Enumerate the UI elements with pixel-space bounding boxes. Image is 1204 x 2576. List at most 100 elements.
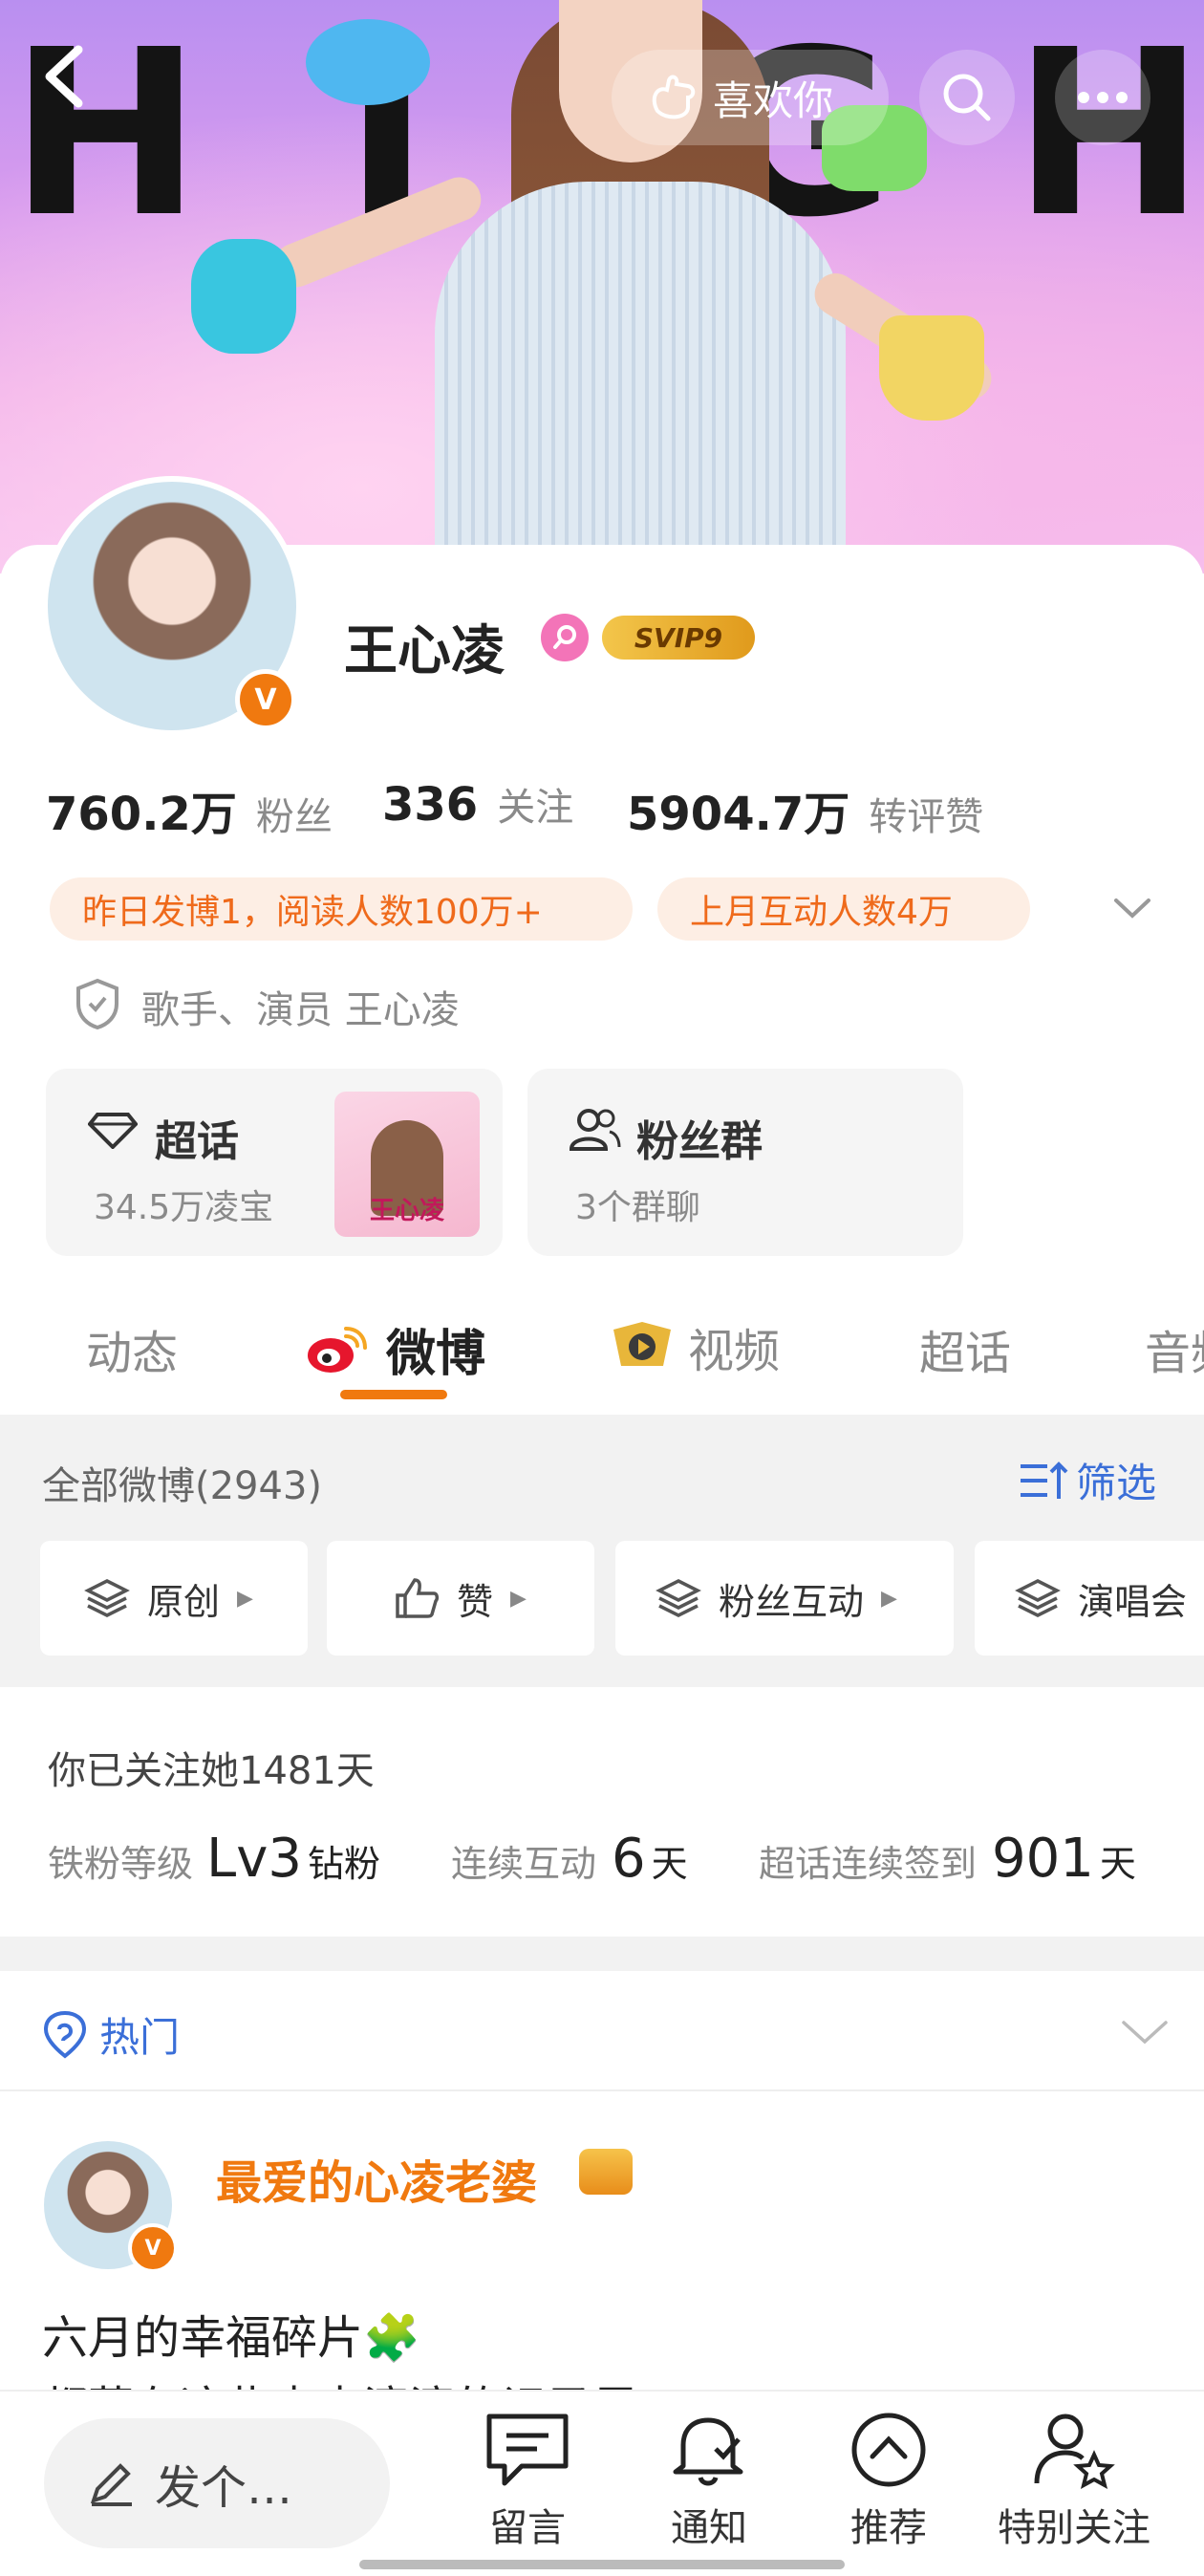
fangroup-subtitle: 3个群聊 bbox=[575, 1188, 700, 1227]
special-follow-button[interactable]: 特别关注 bbox=[978, 2411, 1170, 2552]
tab-video[interactable]: 视频 bbox=[610, 1313, 780, 1380]
checkin-value: 901 bbox=[992, 1828, 1094, 1890]
post-author-name[interactable]: 最爱的心凌老婆 bbox=[216, 2145, 537, 2212]
message-button[interactable]: 留言 bbox=[441, 2411, 613, 2552]
banner-person-dress bbox=[435, 182, 846, 574]
blue-heart-toy-decoration bbox=[191, 239, 296, 354]
fangroup-title: 粉丝群 bbox=[636, 1117, 763, 1166]
supertopic-badge-icon[interactable] bbox=[541, 614, 589, 661]
svip-badge[interactable]: SVIP9 bbox=[602, 616, 755, 660]
more-button[interactable] bbox=[1055, 50, 1150, 145]
fan-level-value: Lv3 bbox=[206, 1828, 302, 1890]
chevron-down-icon bbox=[1122, 2021, 1168, 2045]
followed-days-text: 你已关注她1481天 bbox=[48, 1749, 375, 1793]
chip-label: 粉丝互动 bbox=[719, 1580, 865, 1623]
hot-section-header[interactable]: 热门 bbox=[42, 2005, 180, 2064]
hot-label: 热门 bbox=[99, 2014, 181, 2061]
stat-following[interactable]: 336 关注 bbox=[382, 776, 573, 832]
post-text-line-1: 六月的幸福碎片🧩 bbox=[42, 2311, 420, 2365]
recommend-button[interactable]: 推荐 bbox=[803, 2411, 975, 2552]
search-icon bbox=[943, 74, 991, 121]
filter-label: 筛选 bbox=[1076, 1460, 1157, 1506]
hot-collapse-button[interactable] bbox=[1120, 2015, 1170, 2049]
stat-fans[interactable]: 760.2万 粉丝 bbox=[46, 776, 333, 843]
magnifier-badge-icon bbox=[553, 625, 576, 649]
bottom-label: 通知 bbox=[671, 2506, 747, 2550]
like-you-label: 喜欢你 bbox=[713, 76, 834, 124]
pencil-icon bbox=[90, 2463, 132, 2506]
checkin-streak: 超话连续签到 901 天 bbox=[759, 1828, 1136, 1890]
supertopic-title: 超话 bbox=[155, 1117, 239, 1166]
fan-level-row[interactable]: 铁粉等级 Lv3 钻粉 bbox=[48, 1828, 380, 1890]
fan-level-label: 铁粉等级 bbox=[48, 1843, 194, 1885]
verified-shield-icon bbox=[73, 977, 122, 1030]
chevron-down-icon bbox=[1114, 898, 1150, 919]
tab-supertopic[interactable]: 超话 bbox=[919, 1315, 1011, 1382]
svip-label: SVIP9 bbox=[634, 621, 723, 654]
compose-placeholder: 发个… bbox=[155, 2461, 293, 2515]
tab-audio[interactable]: 音频 bbox=[1145, 1315, 1204, 1382]
chip-fan-interaction[interactable]: 粉丝互动 ▶ bbox=[615, 1541, 954, 1656]
tab-dynamic[interactable]: 动态 bbox=[86, 1315, 178, 1382]
tag-pill-yesterday[interactable]: 昨日发博1，阅读人数100万+ bbox=[50, 877, 633, 941]
thumbs-up-icon bbox=[396, 1578, 440, 1618]
diamond-icon bbox=[88, 1113, 138, 1149]
search-button[interactable] bbox=[919, 50, 1015, 145]
expand-tags-button[interactable] bbox=[1108, 889, 1156, 927]
feed-filter-section: 全部微博(2943) 筛选 原创 ▶ 赞 ▶ 粉丝互动 ▶ 演唱会 bbox=[0, 1415, 1204, 1687]
profile-name: 王心凌 bbox=[344, 620, 505, 682]
caret-right-icon: ▶ bbox=[881, 1586, 897, 1611]
profile-description: 歌手、演员 王心凌 bbox=[141, 988, 460, 1032]
home-indicator[interactable] bbox=[359, 2560, 845, 2569]
tab-weibo[interactable]: 微博 bbox=[304, 1313, 485, 1385]
fangroup-tile[interactable]: 粉丝群 3个群聊 bbox=[527, 1069, 963, 1256]
tag-pill-monthly[interactable]: 上月互动人数4万 bbox=[657, 877, 1030, 941]
interaction-label: 连续互动 bbox=[451, 1843, 597, 1885]
chip-label: 原创 bbox=[147, 1580, 221, 1623]
more-dots-icon bbox=[1078, 92, 1128, 103]
user-star-icon bbox=[1034, 2414, 1115, 2489]
crown-toy-decoration bbox=[879, 315, 984, 421]
caret-right-icon: ▶ bbox=[237, 1586, 253, 1611]
layers-icon bbox=[1015, 1579, 1061, 1617]
compose-input[interactable]: 发个… bbox=[44, 2418, 390, 2548]
supertopic-thumbnail: 王心凌 bbox=[334, 1092, 480, 1237]
tab-label: 视频 bbox=[688, 1325, 781, 1378]
interaction-value: 6 bbox=[612, 1828, 646, 1890]
chip-concert[interactable]: 演唱会 bbox=[975, 1541, 1204, 1656]
stat-value: 336 bbox=[382, 778, 479, 832]
chip-likes[interactable]: 赞 ▶ bbox=[327, 1541, 594, 1656]
fan-level-suffix: 钻粉 bbox=[307, 1843, 380, 1885]
chip-original[interactable]: 原创 ▶ bbox=[40, 1541, 308, 1656]
weibo-logo-icon bbox=[308, 1326, 367, 1373]
stat-value: 760.2万 bbox=[46, 788, 237, 841]
notification-button[interactable]: 通知 bbox=[623, 2411, 795, 2552]
back-button[interactable] bbox=[29, 38, 105, 115]
section-divider bbox=[0, 1937, 1204, 1971]
back-arrow-icon bbox=[45, 45, 83, 108]
filter-button[interactable]: 筛选 bbox=[1019, 1451, 1156, 1509]
layers-icon bbox=[84, 1579, 130, 1617]
layers-icon bbox=[656, 1579, 701, 1617]
stat-label: 粉丝 bbox=[255, 795, 333, 839]
all-weibo-count[interactable]: 全部微博(2943) bbox=[42, 1455, 322, 1510]
stat-label: 关注 bbox=[497, 786, 574, 830]
verified-badge-icon: V bbox=[235, 669, 296, 730]
bottom-action-bar: 发个… 留言 通知 推荐 特别关注 bbox=[0, 2390, 1204, 2576]
checkin-label: 超话连续签到 bbox=[759, 1843, 978, 1885]
supertopic-subtitle: 34.5万凌宝 bbox=[94, 1188, 274, 1227]
video-play-icon bbox=[613, 1322, 671, 1366]
interaction-unit: 天 bbox=[651, 1843, 688, 1885]
thumbnail-label: 王心凌 bbox=[369, 1197, 444, 1225]
supertopic-tile[interactable]: 超话 34.5万凌宝 王心凌 bbox=[46, 1069, 503, 1256]
checkin-unit: 天 bbox=[1099, 1843, 1136, 1885]
hand-heart-icon bbox=[652, 75, 696, 119]
stat-label: 转评赞 bbox=[869, 795, 984, 839]
stat-interactions[interactable]: 5904.7万 转评赞 bbox=[627, 776, 983, 843]
like-you-button[interactable]: 喜欢你 bbox=[612, 50, 889, 145]
interaction-streak: 连续互动 6 天 bbox=[451, 1828, 688, 1890]
chip-label: 演唱会 bbox=[1078, 1580, 1188, 1623]
tab-label: 微博 bbox=[386, 1326, 486, 1383]
caret-right-icon: ▶ bbox=[510, 1586, 527, 1611]
crown-badge-icon bbox=[579, 2149, 633, 2195]
